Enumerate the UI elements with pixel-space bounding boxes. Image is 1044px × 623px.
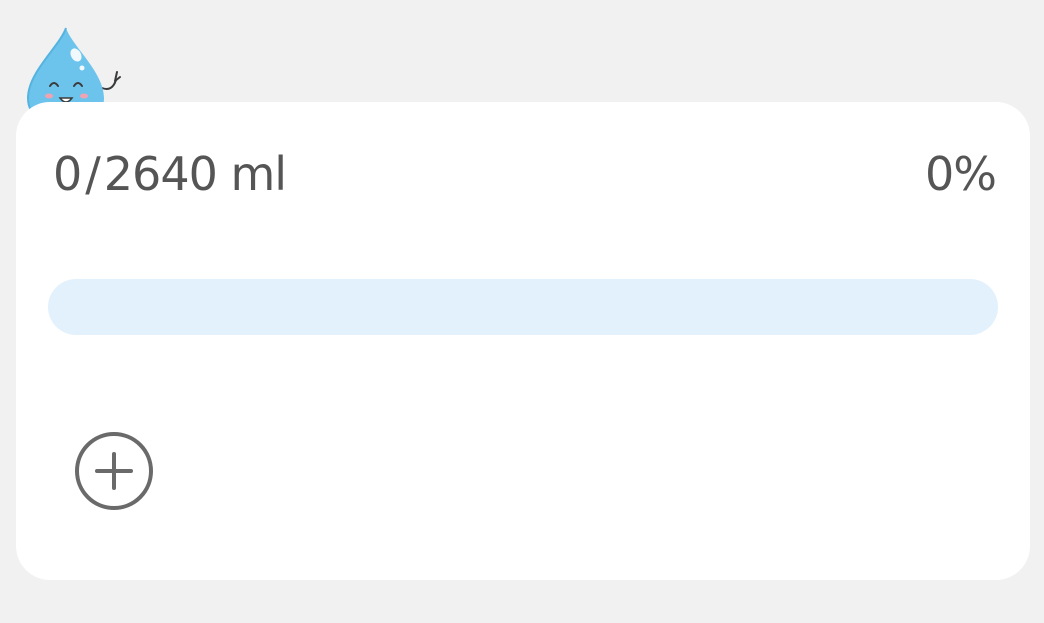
add-water-button[interactable] [73, 430, 155, 512]
amount-separator: / [85, 147, 100, 201]
plus-circle-icon [75, 432, 153, 510]
goal-value: 2640 ml [103, 147, 287, 201]
progress-bar [48, 279, 998, 335]
consumed-value: 0 [53, 147, 82, 201]
water-intake-card: 0/2640 ml 0% [16, 102, 1030, 580]
intake-amount: 0/2640 ml [53, 146, 287, 202]
progress-percent: 0% [925, 147, 997, 201]
